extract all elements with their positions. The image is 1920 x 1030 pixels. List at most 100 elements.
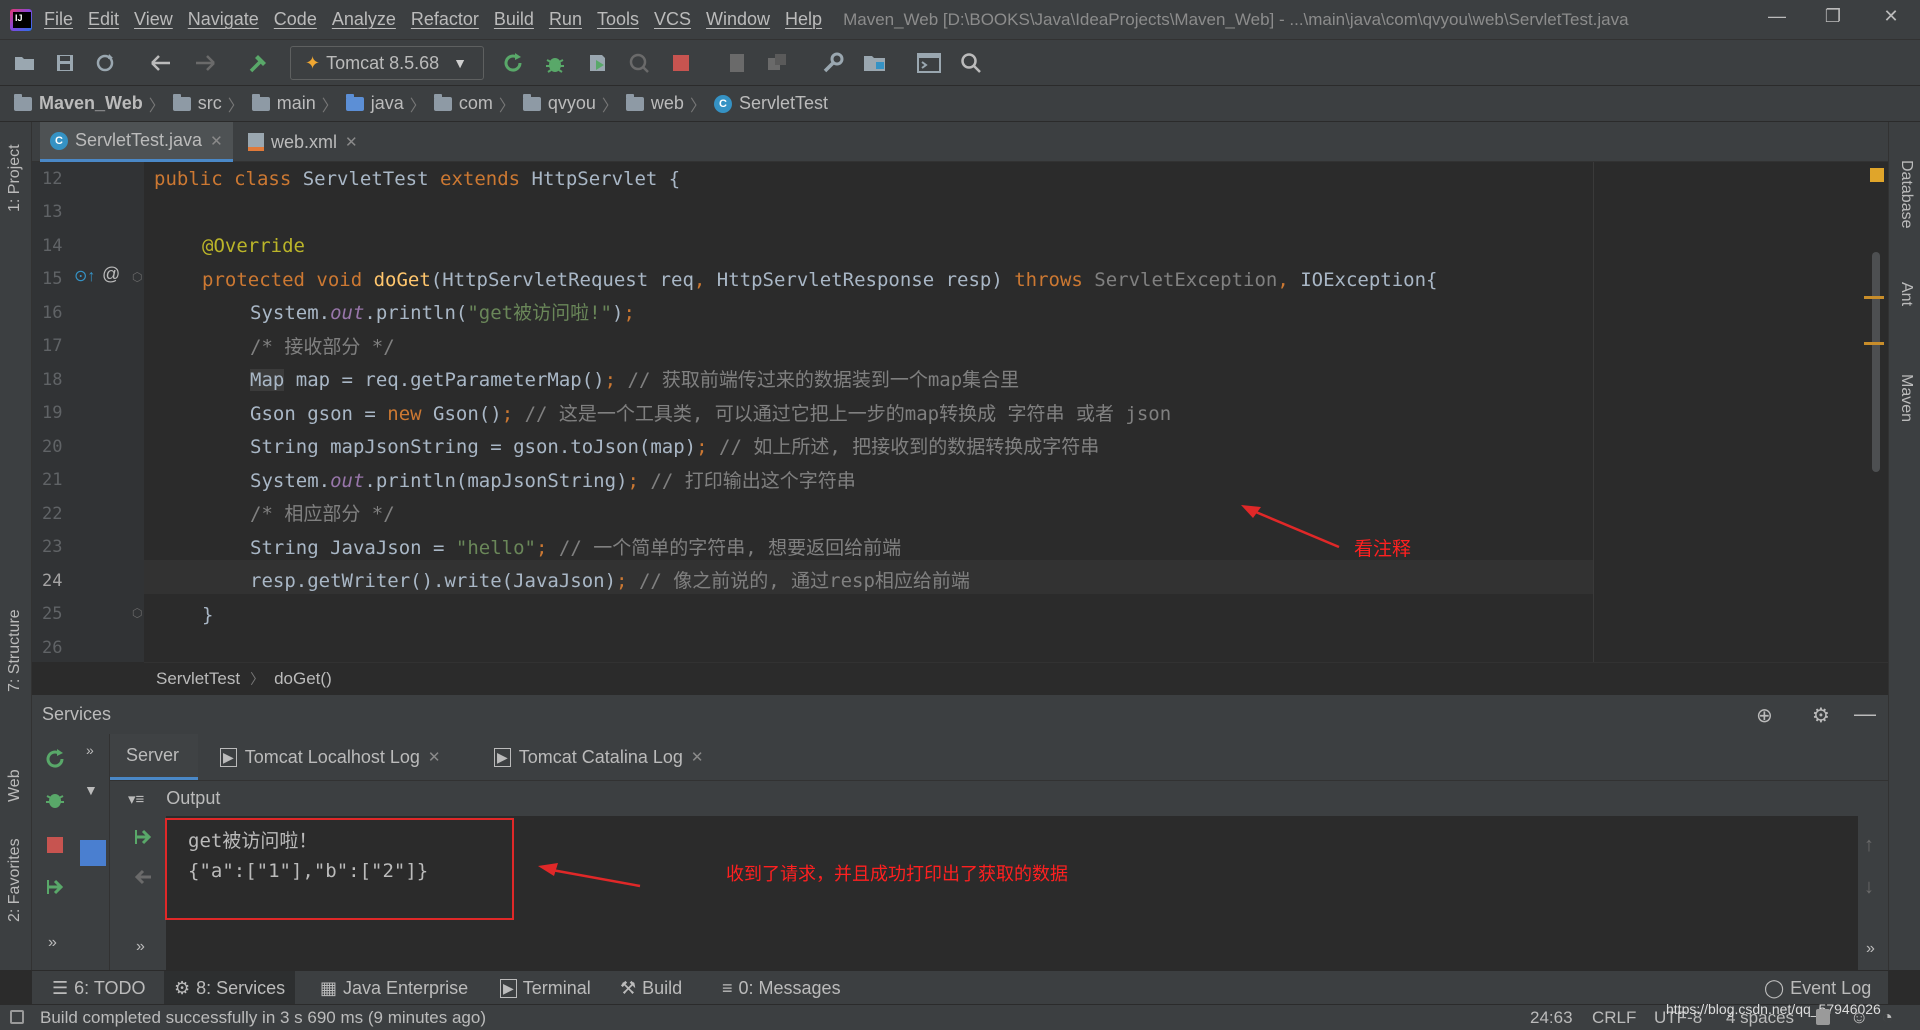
stop-icon[interactable] xyxy=(46,836,64,854)
profile-icon[interactable] xyxy=(626,50,652,76)
menu-run[interactable]: Run xyxy=(549,9,582,30)
tool-project[interactable]: 1: Project xyxy=(6,144,24,212)
tab-web-xml[interactable]: web.xml ✕ xyxy=(238,122,368,162)
forward-icon[interactable] xyxy=(192,50,218,76)
menu-refactor[interactable]: Refactor xyxy=(411,9,479,30)
menu-navigate[interactable]: Navigate xyxy=(188,9,259,30)
restore-icon[interactable]: ❐ xyxy=(1818,6,1848,32)
tool-java-enterprise[interactable]: ▦ Java Enterprise xyxy=(320,971,468,1005)
minimize-icon[interactable]: — xyxy=(1762,6,1792,32)
crosshair-icon[interactable]: ⊕ xyxy=(1756,703,1773,728)
breadcrumb-com[interactable]: com 〉 xyxy=(433,92,523,116)
menu-build[interactable]: Build xyxy=(494,9,534,30)
tool-ant[interactable]: Ant xyxy=(1897,282,1915,306)
close-tab-icon[interactable]: ✕ xyxy=(691,748,704,766)
expand-icon[interactable]: » xyxy=(86,742,94,758)
minimize-panel-icon[interactable]: — xyxy=(1854,701,1876,727)
terminal-run-icon[interactable] xyxy=(916,50,942,76)
tool-messages[interactable]: ≡ 0: Messages xyxy=(722,971,841,1005)
tool-favorites[interactable]: 2: Favorites xyxy=(6,838,24,922)
settings-wrench-icon[interactable] xyxy=(820,50,846,76)
tool-build[interactable]: ⚒ Build xyxy=(620,971,682,1005)
breadcrumb-class[interactable]: ServletTest xyxy=(156,669,240,689)
coverage-icon[interactable] xyxy=(584,50,610,76)
deploy-icon[interactable] xyxy=(44,876,66,898)
redeploy-icon[interactable] xyxy=(132,826,154,848)
debug-bug-icon[interactable] xyxy=(44,788,66,810)
tool-todo[interactable]: ☰ 6: TODO xyxy=(46,971,152,1005)
menu-vcs[interactable]: VCS xyxy=(654,9,691,30)
error-stripe-mark[interactable] xyxy=(1864,342,1884,345)
fold-icon[interactable]: ⬡ xyxy=(132,606,142,620)
gear-icon[interactable]: ⚙ xyxy=(1812,703,1830,728)
close-tab-icon[interactable]: ✕ xyxy=(345,133,358,151)
tool-structure[interactable]: 7: Structure xyxy=(6,609,24,692)
annotation-marker-icon[interactable]: @ xyxy=(102,264,120,285)
breadcrumb-method[interactable]: doGet() xyxy=(274,669,332,689)
tab-servlettest-java[interactable]: C ServletTest.java ✕ xyxy=(40,122,233,162)
lock-icon[interactable] xyxy=(1816,1009,1830,1025)
cursor-position[interactable]: 24:63 xyxy=(1530,1008,1573,1028)
scroll-up-icon[interactable]: ↑ xyxy=(1864,834,1874,857)
tool-database[interactable]: Database xyxy=(1897,160,1915,229)
breadcrumb-java[interactable]: java 〉 xyxy=(345,92,434,116)
project-structure-icon[interactable] xyxy=(862,50,888,76)
status-message[interactable]: Build completed successfully in 3 s 690 … xyxy=(40,1008,486,1028)
debug-bug-icon[interactable] xyxy=(542,50,568,76)
undeploy-icon[interactable] xyxy=(132,866,154,888)
stop-icon[interactable] xyxy=(668,50,694,76)
menu-help[interactable]: Help xyxy=(785,9,822,30)
menu-edit[interactable]: Edit xyxy=(88,9,119,30)
menu-file[interactable]: File xyxy=(44,9,73,30)
more-icon[interactable]: » xyxy=(1866,940,1875,958)
tool-services[interactable]: ⚙ 8: Services xyxy=(164,971,296,1005)
tool-web[interactable]: Web xyxy=(6,769,24,802)
tomcat-server-node[interactable] xyxy=(80,840,106,866)
attach-debugger-icon[interactable] xyxy=(724,50,750,76)
override-marker-icon[interactable]: ⊙↑ xyxy=(74,266,95,286)
breadcrumb-src[interactable]: src 〉 xyxy=(172,92,252,116)
inspector-icon[interactable]: ☺ xyxy=(1850,1007,1868,1028)
close-window-icon[interactable]: ✕ xyxy=(1876,6,1906,32)
open-folder-icon[interactable] xyxy=(12,50,38,76)
search-icon[interactable] xyxy=(958,50,984,76)
rerun-icon[interactable] xyxy=(500,50,526,76)
fold-icon[interactable]: ⬡ xyxy=(132,270,142,284)
code-editor[interactable]: public class ServletTest extends HttpSer… xyxy=(144,162,1888,662)
sync-icon[interactable] xyxy=(92,50,118,76)
breadcrumb-qvyou[interactable]: qvyou 〉 xyxy=(522,92,626,116)
more-icon[interactable]: » xyxy=(136,938,145,956)
tab-tomcat-localhost-log[interactable]: ▶ Tomcat Localhost Log ✕ xyxy=(204,734,456,780)
save-icon[interactable] xyxy=(52,50,78,76)
warning-marker-icon[interactable] xyxy=(1870,168,1884,182)
tool-terminal[interactable]: ▶ Terminal xyxy=(500,971,591,1005)
tool-maven[interactable]: Maven xyxy=(1897,374,1915,422)
collapse-arrow-icon[interactable]: ▼ xyxy=(84,782,98,798)
notifications-icon[interactable]: ◔ xyxy=(1882,1007,1893,1028)
tool-event-log[interactable]: ◯ Event Log xyxy=(1764,971,1871,1005)
menu-window[interactable]: Window xyxy=(706,9,770,30)
breadcrumb-servlettest[interactable]: C ServletTest xyxy=(713,93,828,114)
run-configuration-dropdown[interactable]: ✦ Tomcat 8.5.68 ▼ xyxy=(290,46,484,80)
close-tab-icon[interactable]: ✕ xyxy=(210,132,223,150)
more-icon[interactable]: » xyxy=(48,934,57,952)
scroll-down-icon[interactable]: ↓ xyxy=(1864,876,1874,899)
breadcrumb-project[interactable]: Maven_Web 〉 xyxy=(14,92,173,116)
menu-analyze[interactable]: Analyze xyxy=(332,9,396,30)
menu-tools[interactable]: Tools xyxy=(597,9,639,30)
breadcrumb-web[interactable]: web 〉 xyxy=(625,92,714,116)
tab-tomcat-catalina-log[interactable]: ▶ Tomcat Catalina Log ✕ xyxy=(478,734,719,780)
tab-server[interactable]: Server xyxy=(110,734,198,780)
breadcrumb-main[interactable]: main 〉 xyxy=(251,92,346,116)
menu-code[interactable]: Code xyxy=(274,9,317,30)
filter-icon[interactable]: ▾≡ xyxy=(128,790,144,808)
rerun-icon[interactable] xyxy=(44,748,66,770)
back-icon[interactable] xyxy=(148,50,174,76)
error-stripe-mark[interactable] xyxy=(1864,296,1884,299)
close-tab-icon[interactable]: ✕ xyxy=(428,748,441,766)
toggle-tool-windows-icon[interactable] xyxy=(10,1010,24,1024)
menu-view[interactable]: View xyxy=(134,9,173,30)
vcs-icon[interactable] xyxy=(764,50,790,76)
editor-scrollbar[interactable] xyxy=(1872,252,1880,472)
build-hammer-icon[interactable] xyxy=(246,50,272,76)
